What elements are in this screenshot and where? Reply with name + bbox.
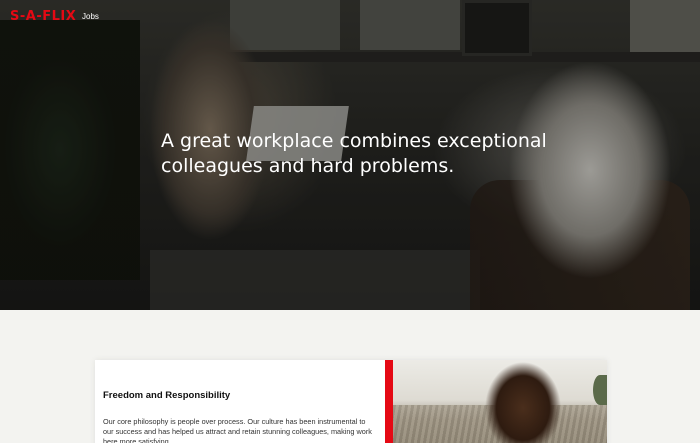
photo-tree	[593, 375, 607, 405]
hero-headline: A great workplace combines exceptional c…	[161, 130, 547, 177]
culture-text: Freedom and Responsibility Our core phil…	[95, 360, 385, 443]
nav-link-jobs[interactable]: Jobs	[82, 12, 99, 21]
accent-bar	[385, 360, 393, 443]
brand-logo[interactable]: S-A-FLIX	[10, 9, 76, 24]
photo-person	[483, 362, 563, 443]
section-body: Our core philosophy is people over proce…	[103, 417, 372, 443]
section-title: Freedom and Responsibility	[103, 390, 231, 401]
culture-photo	[393, 360, 607, 443]
hero-banner: S-A-FLIX Jobs A great workplace combines…	[0, 0, 700, 310]
culture-card: Freedom and Responsibility Our core phil…	[95, 360, 607, 443]
